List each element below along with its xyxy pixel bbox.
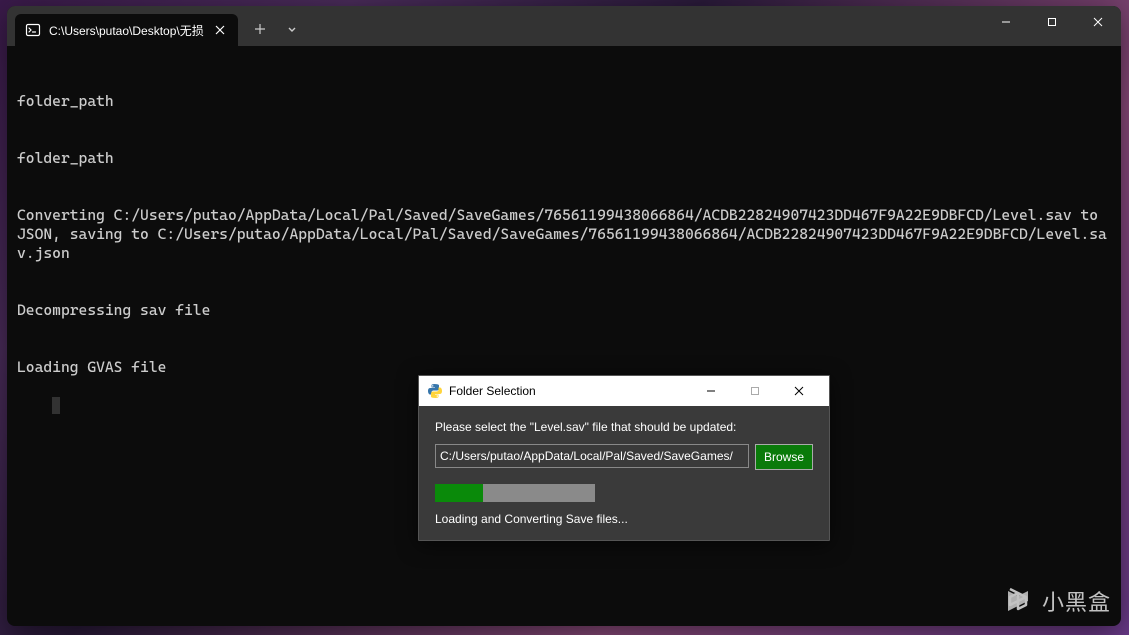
output-line: Decompressing sav file (17, 301, 1111, 320)
watermark-icon (1002, 585, 1034, 617)
progress-bar (435, 484, 595, 502)
path-input[interactable] (435, 444, 749, 468)
tab-close-button[interactable] (212, 22, 228, 38)
dialog-body: Please select the "Level.sav" file that … (419, 406, 829, 540)
close-button[interactable] (1075, 6, 1121, 38)
titlebar: C:\Users\putao\Desktop\无损 (7, 6, 1121, 46)
output-line: folder_path (17, 149, 1111, 168)
terminal-tab[interactable]: C:\Users\putao\Desktop\无损 (15, 14, 238, 46)
tab-dropdown-button[interactable] (278, 15, 306, 43)
python-icon (427, 383, 443, 399)
output-line: Converting C:/Users/putao/AppData/Local/… (17, 206, 1111, 263)
terminal-cursor (52, 397, 60, 414)
browse-button[interactable]: Browse (755, 444, 813, 470)
watermark-text: 小黑盒 (1042, 585, 1111, 617)
folder-selection-dialog: Folder Selection Please select the "Leve… (418, 375, 830, 541)
progress-fill (435, 484, 483, 502)
dialog-controls (689, 377, 821, 405)
dialog-input-row: Browse (435, 444, 813, 470)
window-controls (983, 6, 1121, 38)
tab-title: C:\Users\putao\Desktop\无损 (49, 22, 204, 39)
dialog-titlebar[interactable]: Folder Selection (419, 376, 829, 406)
dialog-title: Folder Selection (449, 384, 683, 398)
minimize-button[interactable] (983, 6, 1029, 38)
watermark: 小黑盒 (1002, 585, 1111, 617)
tab-actions (246, 15, 306, 43)
dialog-prompt: Please select the "Level.sav" file that … (435, 420, 813, 434)
dialog-status: Loading and Converting Save files... (435, 512, 813, 526)
new-tab-button[interactable] (246, 15, 274, 43)
dialog-minimize-button[interactable] (689, 377, 733, 405)
maximize-button[interactable] (1029, 6, 1075, 38)
dialog-close-button[interactable] (777, 377, 821, 405)
output-line: folder_path (17, 92, 1111, 111)
dialog-maximize-button (733, 377, 777, 405)
terminal-icon (25, 22, 41, 38)
